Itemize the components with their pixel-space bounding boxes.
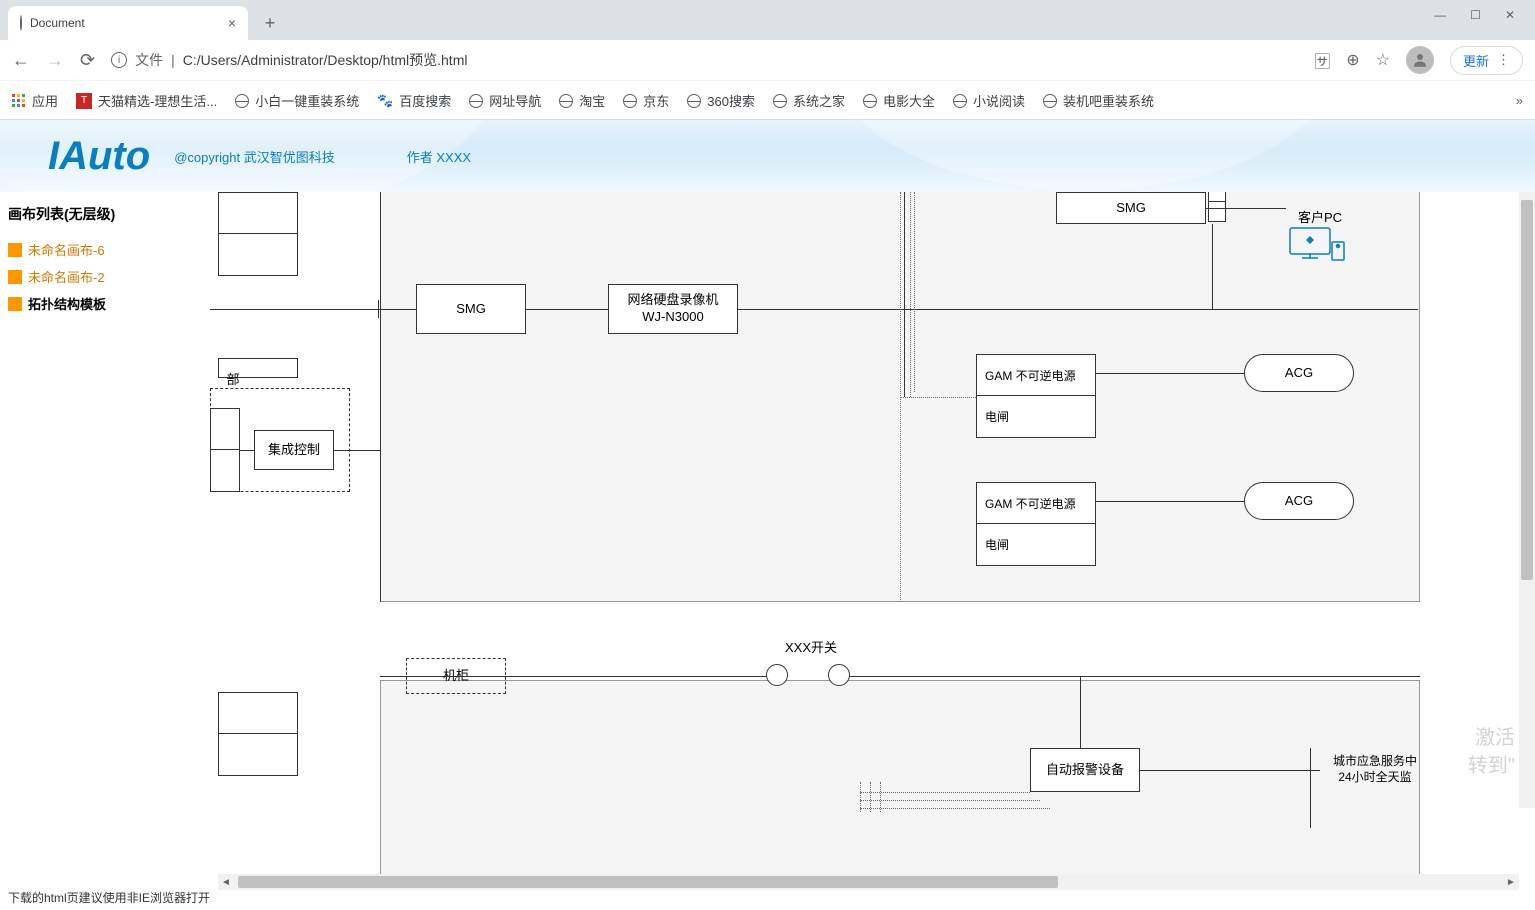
minimize-icon[interactable]: — bbox=[1434, 8, 1446, 22]
address-field[interactable]: i 文件 | C:/Users/Administrator/Desktop/ht… bbox=[111, 50, 1298, 70]
switch-circle-2 bbox=[828, 664, 850, 686]
info-icon[interactable]: i bbox=[111, 52, 127, 68]
diagram-canvas[interactable]: 部 集成控制 SMG 网络硬盘录像机 WJ-N3000 SMG 客户PC bbox=[210, 192, 1535, 880]
browser-tab[interactable]: Document × bbox=[8, 6, 248, 40]
addr-scheme: 文件 bbox=[135, 50, 163, 70]
bookmarks-bar: 应用 T天猫精选-理想生活... 小白一键重装系统 🐾百度搜索 网址导航 淘宝 … bbox=[0, 80, 1535, 120]
tab-bar: Document × + — ☐ ✕ bbox=[0, 0, 1535, 40]
node-smg-right: SMG bbox=[1056, 192, 1206, 224]
bookmark-movie[interactable]: 电影大全 bbox=[863, 91, 935, 110]
bu-label: 部 bbox=[218, 368, 248, 393]
zoom-icon[interactable]: ⊕ bbox=[1346, 50, 1359, 70]
bookmark-nav[interactable]: 网址导航 bbox=[469, 91, 541, 110]
switch-circle-1 bbox=[766, 664, 788, 686]
sidebar: 画布列表(无层级) 未命名画布-6 未命名画布-2 拓扑结构模板 bbox=[0, 192, 210, 880]
node-integrated: 集成控制 bbox=[254, 430, 334, 470]
logo: IAuto bbox=[48, 134, 150, 179]
node-alarm: 自动报警设备 bbox=[1030, 748, 1140, 792]
globe-icon bbox=[20, 16, 22, 30]
left-stack-1 bbox=[218, 192, 298, 276]
addr-path: C:/Users/Administrator/Desktop/html预览.ht… bbox=[183, 50, 468, 70]
sidebar-item-topology[interactable]: 拓扑结构模板 bbox=[8, 290, 202, 317]
node-smg-left: SMG bbox=[416, 284, 526, 334]
node-acg-1: ACG bbox=[1244, 354, 1354, 392]
page-header: IAuto @copyright 武汉智优图科技 作者 XXXX bbox=[0, 120, 1535, 192]
bookmark-install[interactable]: 装机吧重装系统 bbox=[1043, 91, 1154, 110]
doc-icon bbox=[8, 270, 22, 284]
scroll-right-icon[interactable]: ► bbox=[1503, 874, 1519, 890]
page-content: IAuto @copyright 武汉智优图科技 作者 XXXX 画布列表(无层… bbox=[0, 120, 1535, 910]
gam-block-1: GAM 不可逆电源 电闸 bbox=[976, 354, 1096, 438]
doc-icon bbox=[8, 297, 22, 311]
bookmark-360[interactable]: 360搜索 bbox=[687, 91, 755, 110]
apps-button[interactable]: 应用 bbox=[12, 91, 58, 110]
close-window-icon[interactable]: ✕ bbox=[1505, 8, 1515, 22]
smg-right-stack bbox=[1208, 192, 1226, 222]
maximize-icon[interactable]: ☐ bbox=[1470, 8, 1481, 22]
close-icon[interactable]: × bbox=[228, 15, 236, 31]
copyright: @copyright 武汉智优图科技 bbox=[174, 147, 335, 166]
sidebar-title: 画布列表(无层级) bbox=[8, 204, 202, 224]
update-button[interactable]: 更新⋮ bbox=[1450, 46, 1523, 75]
footer-text: 下载的html页建议使用非IE浏览器打开 bbox=[8, 889, 210, 906]
forward-button[interactable]: → bbox=[46, 50, 64, 71]
avatar-icon[interactable] bbox=[1406, 46, 1434, 74]
author: 作者 XXXX bbox=[407, 147, 471, 166]
pc-icon bbox=[1288, 226, 1346, 271]
doc-icon bbox=[8, 243, 22, 257]
node-acg-2: ACG bbox=[1244, 482, 1354, 520]
bookmark-xiaobai[interactable]: 小白一键重装系统 bbox=[235, 91, 359, 110]
node-emergency: 城市应急服务中 24小时全天监 bbox=[1320, 750, 1430, 789]
gam-block-2: GAM 不可逆电源 电闸 bbox=[976, 482, 1096, 566]
star-icon[interactable]: ☆ bbox=[1376, 50, 1390, 70]
back-button[interactable]: ← bbox=[12, 50, 30, 71]
vertical-scrollbar[interactable] bbox=[1519, 192, 1535, 808]
left-stack-3 bbox=[210, 408, 240, 492]
browser-chrome: Document × + — ☐ ✕ ← → ⟳ i 文件 | C:/Users… bbox=[0, 0, 1535, 120]
sidebar-item-canvas2[interactable]: 未命名画布-2 bbox=[8, 263, 202, 290]
bookmark-taobao[interactable]: 淘宝 bbox=[559, 91, 605, 110]
switch-label: XXX开关 bbox=[766, 636, 856, 661]
translate-icon[interactable]: 🈂 bbox=[1314, 48, 1330, 72]
bottom-left-stack bbox=[218, 692, 298, 776]
watermark: 激活 转到" bbox=[1468, 724, 1515, 780]
bookmark-novel[interactable]: 小说阅读 bbox=[953, 91, 1025, 110]
bookmark-system[interactable]: 系统之家 bbox=[773, 91, 845, 110]
sidebar-item-canvas6[interactable]: 未命名画布-6 bbox=[8, 236, 202, 263]
new-tab-button[interactable]: + bbox=[256, 9, 284, 37]
horizontal-scrollbar[interactable]: ◄ ► bbox=[218, 874, 1519, 890]
node-nvr: 网络硬盘录像机 WJ-N3000 bbox=[608, 284, 738, 334]
bookmark-tmall[interactable]: T天猫精选-理想生活... bbox=[76, 91, 217, 110]
address-bar: ← → ⟳ i 文件 | C:/Users/Administrator/Desk… bbox=[0, 40, 1535, 80]
bg-box-bottom bbox=[380, 680, 1420, 880]
tab-title: Document bbox=[30, 16, 85, 30]
bookmark-jd[interactable]: 京东 bbox=[623, 91, 669, 110]
scroll-left-icon[interactable]: ◄ bbox=[218, 874, 234, 890]
reload-button[interactable]: ⟳ bbox=[80, 50, 95, 71]
bookmarks-more-icon[interactable]: » bbox=[1516, 93, 1523, 108]
window-controls: — ☐ ✕ bbox=[1414, 0, 1535, 22]
bookmark-baidu[interactable]: 🐾百度搜索 bbox=[377, 91, 451, 110]
